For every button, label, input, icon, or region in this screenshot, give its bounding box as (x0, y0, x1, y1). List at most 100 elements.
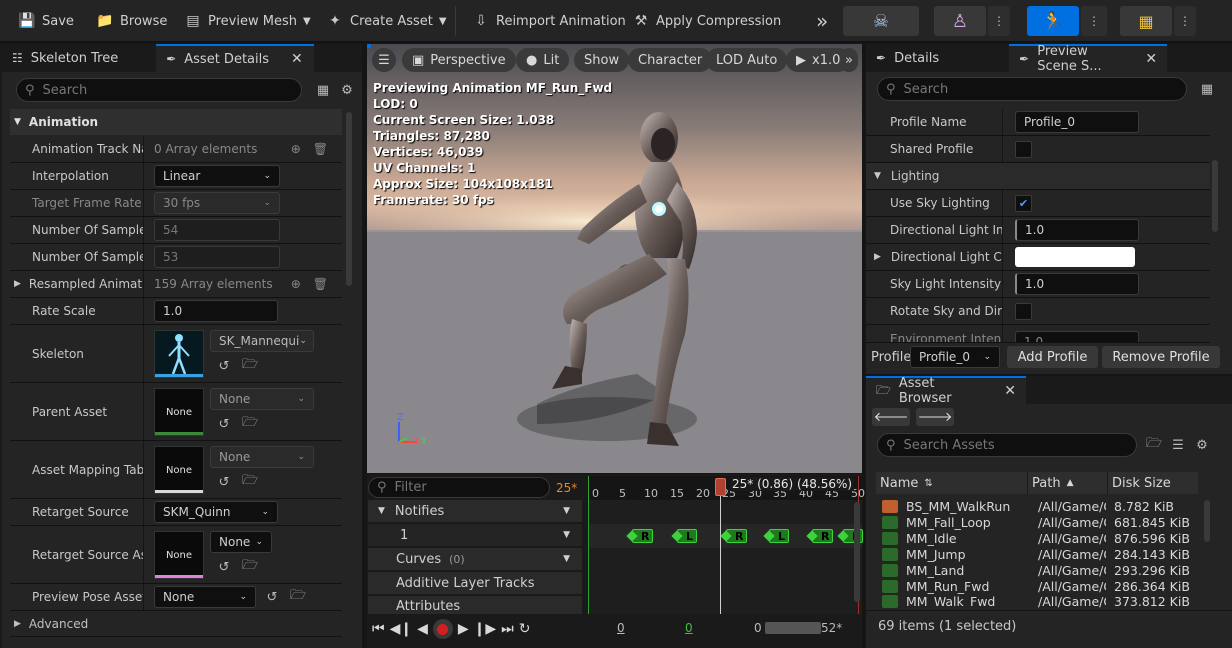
asset-search-input[interactable]: ⚲ Search Assets (877, 433, 1137, 457)
rate-scale-input[interactable]: 1.0 (154, 300, 278, 322)
use-selected-icon[interactable]: ↺ (214, 356, 234, 376)
retarget-asset-dropdown[interactable]: None ⌄ (210, 531, 272, 553)
light-intensity-input[interactable]: 1.0 (1015, 219, 1139, 241)
column-name[interactable]: Name ⇅ (876, 472, 1028, 494)
light-color-swatch[interactable] (1015, 247, 1135, 267)
table-view-icon[interactable]: ▦ (313, 80, 333, 100)
forward-button[interactable]: 🡒 (916, 408, 954, 426)
lod-button[interactable]: LOD Auto (706, 48, 788, 72)
details-scrollbar[interactable] (1212, 160, 1218, 232)
profile-dropdown[interactable]: Profile_0 ⌄ (910, 346, 1000, 368)
preview-pose-dropdown[interactable]: None ⌄ (154, 586, 256, 608)
blueprint-mode-menu[interactable]: ⋮ (1174, 6, 1196, 36)
frame-rate-dropdown[interactable]: 30 fps ⌄ (154, 192, 280, 214)
tab-asset-details[interactable]: ✒ Asset Details ✕ (156, 44, 315, 72)
range-slider[interactable] (765, 622, 821, 634)
column-path[interactable]: Path ▲ (1028, 472, 1108, 494)
track-menu-icon[interactable]: ▼ (563, 554, 570, 564)
notify-marker[interactable]: R (812, 529, 834, 543)
mapping-table-dropdown[interactable]: None ⌄ (210, 446, 314, 468)
notify-marker[interactable]: R (632, 529, 654, 543)
table-row[interactable]: MM_Run_Fwd /All/Game/C 286.364 KiB (876, 578, 1206, 594)
filter-icon[interactable]: ☰ (1168, 435, 1188, 455)
timeline-scrollbar[interactable] (854, 502, 860, 602)
retarget-asset-thumbnail[interactable]: None (154, 531, 204, 579)
working-range-start[interactable]: 0 (685, 621, 693, 635)
add-profile-button[interactable]: Add Profile (1007, 346, 1098, 368)
gear-icon[interactable]: ⚙ (1192, 435, 1212, 455)
record-button[interactable] (432, 619, 453, 639)
browse-folder-icon[interactable]: 🗁 (240, 472, 260, 492)
gear-icon[interactable]: ⚙ (337, 80, 357, 100)
browse-folder-icon[interactable]: 🗁 (288, 587, 308, 607)
use-selected-icon[interactable]: ↺ (214, 472, 234, 492)
environment-intensity-input[interactable]: 1.0 (1015, 331, 1139, 342)
apply-compression-button[interactable]: ⚒ Apply Compression (626, 6, 787, 36)
retarget-source-dropdown[interactable]: SKM_Quinn ⌄ (154, 501, 278, 523)
viewport-overflow-button[interactable]: » (840, 48, 858, 72)
section-advanced[interactable]: ▶ Advanced (10, 611, 342, 637)
shared-profile-checkbox[interactable] (1015, 140, 1032, 158)
show-button[interactable]: Show (574, 48, 630, 72)
reimport-animation-button[interactable]: ⇩ Reimport Animation (466, 6, 632, 36)
lit-button[interactable]: ● Lit (516, 48, 570, 72)
mesh-mode-menu[interactable]: ⋮ (988, 6, 1010, 36)
create-asset-button[interactable]: ✦ Create Asset ▼ (320, 6, 453, 36)
loop-icon[interactable]: ↻ (519, 621, 531, 637)
skeleton-dropdown[interactable]: SK_Mannequi ⌄ (210, 330, 314, 352)
save-button[interactable]: 💾 Save (12, 6, 80, 36)
asset-list-scrollbar[interactable] (1204, 500, 1210, 542)
use-selected-icon[interactable]: ↺ (214, 414, 234, 434)
section-animation[interactable]: ▼ Animation (10, 109, 342, 135)
table-row[interactable]: MM_Idle /All/Game/C 876.596 KiB (876, 530, 1206, 546)
table-row[interactable]: MM_Land /All/Game/C 293.296 KiB (876, 562, 1206, 578)
trash-icon[interactable]: 🗑 (313, 142, 328, 156)
preview-mesh-button[interactable]: ▤ Preview Mesh ▼ (178, 6, 317, 36)
close-icon[interactable]: ✕ (291, 51, 303, 67)
close-icon[interactable]: ✕ (1145, 51, 1157, 67)
folder-filter-icon[interactable]: 🗁 (1144, 435, 1164, 455)
back-button[interactable]: 🡐 (872, 408, 910, 426)
notify-marker[interactable]: L (677, 529, 698, 543)
step-forward-icon[interactable]: ❙▶ (474, 621, 497, 637)
step-back-icon[interactable]: ◀❙ (390, 621, 413, 637)
track-notify-1[interactable]: 1 ▼ (368, 524, 582, 546)
table-row[interactable]: MM_Walk_Fwd /All/Game/C 373.812 KiB (876, 594, 1206, 608)
browse-button[interactable]: 📁 Browse (90, 6, 173, 36)
skeleton-thumbnail[interactable] (154, 330, 204, 378)
mesh-mode-button[interactable]: ♙ (934, 6, 986, 36)
browse-folder-icon[interactable]: 🗁 (240, 414, 260, 434)
prop-label-wrap[interactable]: ▶ Directional Light Color (866, 244, 1003, 270)
notify-marker[interactable]: R (726, 529, 748, 543)
tab-skeleton-tree[interactable]: ☷ Skeleton Tree (2, 44, 128, 72)
column-disk-size[interactable]: Disk Size (1108, 472, 1198, 494)
character-button[interactable]: Character (628, 48, 713, 72)
animation-mode-button[interactable]: 🏃 (1027, 6, 1079, 36)
section-lighting[interactable]: ▼ Lighting (866, 163, 1210, 190)
tab-asset-browser[interactable]: 🗁 Asset Browser ✕ (866, 376, 1026, 406)
track-menu-icon[interactable]: ▼ (563, 530, 570, 540)
remove-profile-button[interactable]: Remove Profile (1102, 346, 1220, 368)
sky-intensity-input[interactable]: 1.0 (1015, 273, 1139, 295)
tab-preview-scene-settings[interactable]: ✒ Preview Scene S... ✕ (1009, 44, 1168, 74)
details-scrollbar[interactable] (346, 112, 352, 286)
trash-icon[interactable]: 🗑 (313, 277, 328, 291)
mapping-table-thumbnail[interactable]: None (154, 446, 204, 494)
table-row[interactable]: BS_MM_WalkRun /All/Game/C 8.782 KiB (876, 498, 1206, 514)
details-search-input[interactable]: ⚲ Search (877, 77, 1187, 101)
notify-marker[interactable]: L (769, 529, 790, 543)
play-reverse-icon[interactable]: ◀ (417, 621, 428, 637)
parent-asset-dropdown[interactable]: None ⌄ (210, 388, 314, 410)
viewport-menu-button[interactable]: ☰ (372, 48, 396, 72)
sequencer-filter-input[interactable]: ⚲ Filter (368, 477, 550, 498)
rotate-sky-checkbox[interactable] (1015, 302, 1032, 320)
play-icon[interactable]: ▶ (458, 621, 469, 637)
playhead-handle[interactable] (715, 478, 726, 496)
close-icon[interactable]: ✕ (1004, 383, 1016, 399)
prop-label-wrap[interactable]: ▶ Resampled Animati... (10, 271, 144, 297)
animation-mode-menu[interactable]: ⋮ (1081, 6, 1107, 36)
skeleton-mode-button[interactable]: ☠ (843, 6, 919, 36)
add-element-icon[interactable]: ⊕ (291, 277, 301, 291)
tab-details[interactable]: ✒ Details (866, 44, 949, 72)
details-search-input[interactable]: ⚲ Search (16, 78, 302, 102)
